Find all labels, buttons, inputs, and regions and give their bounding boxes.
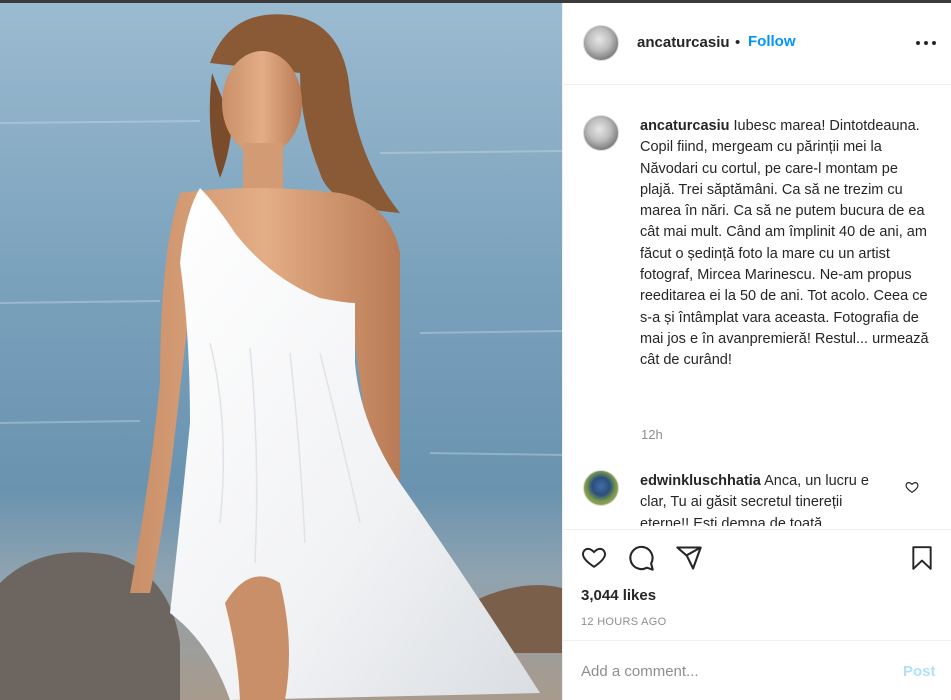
- caption-username[interactable]: ancaturcasiu: [640, 118, 729, 134]
- caption-body: Iubesc marea! Dintotdeauna. Copil fiind,…: [640, 118, 929, 369]
- comment-heart-icon[interactable]: [905, 480, 919, 494]
- caption-time[interactable]: 12h: [641, 427, 663, 442]
- add-comment-bar: Post: [563, 640, 951, 700]
- likes-count[interactable]: 3,044 likes: [581, 587, 656, 604]
- separator-dot: •: [735, 34, 741, 51]
- post-button[interactable]: Post: [903, 663, 936, 680]
- bookmark-icon[interactable]: [909, 544, 935, 572]
- commenter-avatar[interactable]: [583, 470, 619, 506]
- post-header: ancaturcasiu • Follow: [563, 3, 951, 85]
- caption-text: ancaturcasiu Iubesc marea! Dintotdeauna.…: [640, 116, 930, 372]
- follow-button[interactable]: Follow: [748, 33, 796, 50]
- comment-icon[interactable]: [627, 544, 655, 572]
- more-horizontal-icon[interactable]: [915, 39, 937, 47]
- author-username[interactable]: ancaturcasiu: [637, 34, 730, 51]
- author-avatar[interactable]: [583, 25, 619, 61]
- send-icon[interactable]: [675, 544, 703, 572]
- comment-text: edwinkluschhatia Anca, un lucru e clar, …: [640, 471, 895, 526]
- comment-input[interactable]: [581, 659, 881, 683]
- caption-avatar[interactable]: [583, 115, 619, 151]
- action-bar: 3,044 likes 12 HOURS AGO: [563, 529, 951, 640]
- commenter-username[interactable]: edwinkluschhatia: [640, 473, 761, 489]
- photo-illustration: [0, 3, 562, 700]
- post-timestamp[interactable]: 12 HOURS AGO: [581, 616, 667, 628]
- post-panel: ancaturcasiu • Follow ancaturcasiu Iubes…: [562, 3, 951, 700]
- comment-item: edwinkluschhatia Anca, un lucru e clar, …: [563, 466, 951, 526]
- heart-icon[interactable]: [580, 544, 608, 570]
- post-photo[interactable]: [0, 3, 562, 700]
